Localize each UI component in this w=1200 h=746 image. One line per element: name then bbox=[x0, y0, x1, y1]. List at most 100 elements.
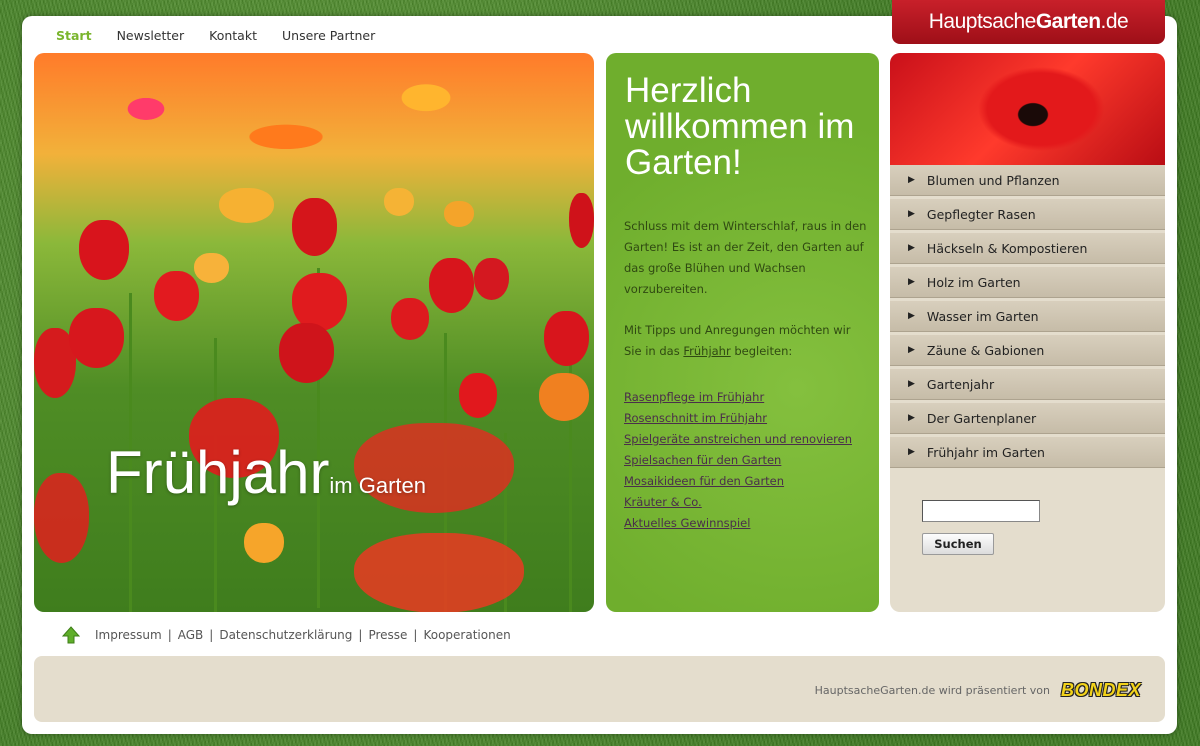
welcome-tips-end: begleiten: bbox=[730, 344, 793, 358]
hero-image: Frühjahrim Garten bbox=[34, 53, 594, 612]
tulip bbox=[459, 373, 497, 418]
separator: | bbox=[209, 628, 214, 642]
menu-item-label: Der Gartenplaner bbox=[926, 410, 1037, 426]
nav-partner[interactable]: Unsere Partner bbox=[282, 28, 375, 43]
tips-link-list: Rasenpflege im Frühjahr Rosenschnitt im … bbox=[624, 387, 869, 534]
search-input[interactable] bbox=[922, 500, 1040, 522]
tip-link[interactable]: Aktuelles Gewinnspiel bbox=[624, 516, 750, 530]
tulip bbox=[69, 308, 124, 368]
list-item: Rasenpflege im Frühjahr bbox=[624, 387, 869, 408]
hero-subtitle: im Garten bbox=[329, 473, 427, 498]
tulip bbox=[34, 473, 89, 563]
tulip bbox=[354, 533, 524, 612]
menu-item-label: Wasser im Garten bbox=[926, 308, 1039, 324]
bondex-logo[interactable]: BONDEX bbox=[1061, 680, 1141, 701]
tulip bbox=[244, 523, 284, 563]
poppy-image bbox=[890, 53, 1165, 165]
menu-item[interactable]: ▶ Gepflegter Rasen bbox=[890, 199, 1165, 230]
menu-item-label: Frühjahr im Garten bbox=[926, 444, 1045, 460]
menu-item[interactable]: ▶ Häckseln & Kompostieren bbox=[890, 233, 1165, 264]
hero-title: Frühjahr bbox=[106, 439, 330, 506]
welcome-intro: Schluss mit dem Winterschlaf, raus in de… bbox=[624, 219, 867, 296]
menu-item[interactable]: ▶ Blumen und Pflanzen bbox=[890, 165, 1165, 196]
separator: | bbox=[358, 628, 363, 642]
tulip bbox=[154, 271, 199, 321]
triangle-right-icon: ▶ bbox=[908, 175, 915, 185]
top-nav: Start Newsletter Kontakt Unsere Partner bbox=[56, 28, 375, 43]
menu-item[interactable]: ▶ Frühjahr im Garten bbox=[890, 437, 1165, 468]
welcome-panel: Herzlich willkommen im Garten! Schluss m… bbox=[606, 53, 879, 612]
menu-item-label: Gartenjahr bbox=[926, 376, 995, 392]
triangle-right-icon: ▶ bbox=[908, 277, 915, 287]
hero-caption: Frühjahrim Garten bbox=[106, 438, 426, 507]
menu-item[interactable]: ▶ Holz im Garten bbox=[890, 267, 1165, 298]
category-menu: ▶ Blumen und Pflanzen ▶ Gepflegter Rasen ▶… bbox=[890, 165, 1165, 468]
tulip bbox=[429, 258, 474, 313]
list-item: Rosenschnitt im Frühjahr bbox=[624, 408, 869, 429]
footer-link-presse[interactable]: Presse bbox=[368, 628, 407, 642]
logo-part-2: Garten bbox=[1035, 10, 1101, 33]
tulip bbox=[391, 298, 429, 340]
welcome-tips: Mit Tipps und Anregungen möchten wir Sie… bbox=[624, 320, 869, 362]
footer-link-datenschutz[interactable]: Datenschutzerklärung bbox=[219, 628, 352, 642]
separator: | bbox=[167, 628, 172, 642]
tip-link[interactable]: Mosaikideen für den Garten bbox=[624, 474, 784, 488]
footer-links: Impressum | AGB | Datenschutzerklärung | Pr… bbox=[62, 626, 511, 644]
tip-link[interactable]: Spielgeräte anstreichen und renovieren bbox=[624, 432, 852, 446]
tulip bbox=[539, 373, 589, 421]
tip-link[interactable]: Rosenschnitt im Frühjahr bbox=[624, 411, 767, 425]
menu-item[interactable]: ▶ Gartenjahr bbox=[890, 369, 1165, 400]
tulip bbox=[384, 188, 414, 216]
fruehjahr-link[interactable]: Frühjahr bbox=[683, 344, 730, 358]
footer-link-kooperationen[interactable]: Kooperationen bbox=[423, 628, 510, 642]
list-item: Spielgeräte anstreichen und renovieren bbox=[624, 429, 869, 450]
nav-newsletter[interactable]: Newsletter bbox=[117, 28, 185, 43]
arrow-up-icon[interactable] bbox=[62, 626, 80, 644]
page-container: Start Newsletter Kontakt Unsere Partner … bbox=[22, 0, 1177, 734]
menu-item[interactable]: ▶ Zäune & Gabionen bbox=[890, 335, 1165, 366]
triangle-right-icon: ▶ bbox=[908, 379, 915, 389]
menu-item[interactable]: ▶ Wasser im Garten bbox=[890, 301, 1165, 332]
tulip bbox=[194, 253, 229, 283]
footer-bar: HauptsacheGarten.de wird präsentiert von… bbox=[34, 656, 1165, 722]
tulip bbox=[544, 311, 589, 366]
triangle-right-icon: ▶ bbox=[908, 311, 915, 321]
separator: | bbox=[413, 628, 418, 642]
menu-item-label: Häckseln & Kompostieren bbox=[926, 240, 1088, 256]
triangle-right-icon: ▶ bbox=[908, 209, 915, 219]
list-item: Kräuter & Co. bbox=[624, 492, 869, 513]
nav-start[interactable]: Start bbox=[56, 28, 92, 43]
tulip bbox=[444, 201, 474, 227]
welcome-heading: Herzlich willkommen im Garten! bbox=[625, 71, 855, 182]
tulip bbox=[79, 220, 129, 280]
triangle-right-icon: ▶ bbox=[908, 345, 915, 355]
triangle-right-icon: ▶ bbox=[908, 447, 915, 457]
nav-kontakt[interactable]: Kontakt bbox=[209, 28, 257, 43]
logo-part-3: .de bbox=[1100, 10, 1129, 33]
menu-item[interactable]: ▶ Der Gartenplaner bbox=[890, 403, 1165, 434]
logo-part-1: Hauptsache bbox=[928, 10, 1037, 33]
tulip bbox=[292, 198, 337, 256]
list-item: Aktuelles Gewinnspiel bbox=[624, 513, 869, 534]
tulip bbox=[219, 188, 274, 223]
tulip bbox=[474, 258, 509, 300]
menu-item-label: Zäune & Gabionen bbox=[926, 342, 1045, 358]
triangle-right-icon: ▶ bbox=[908, 243, 915, 253]
tip-link[interactable]: Kräuter & Co. bbox=[624, 495, 702, 509]
triangle-right-icon: ▶ bbox=[908, 413, 915, 423]
tulip bbox=[569, 193, 594, 248]
tulip bbox=[279, 323, 334, 383]
tip-link[interactable]: Rasenpflege im Frühjahr bbox=[624, 390, 764, 404]
footer-link-impressum[interactable]: Impressum bbox=[95, 628, 162, 642]
search-button[interactable]: Suchen bbox=[922, 533, 994, 555]
right-column: ▶ Blumen und Pflanzen ▶ Gepflegter Rasen ▶… bbox=[890, 53, 1165, 612]
site-logo[interactable]: Hauptsache Garten .de bbox=[892, 0, 1165, 44]
menu-item-label: Holz im Garten bbox=[926, 274, 1021, 290]
footer-link-agb[interactable]: AGB bbox=[178, 628, 204, 642]
sponsor-text: HauptsacheGarten.de wird präsentiert von bbox=[814, 684, 1050, 697]
menu-item-label: Blumen und Pflanzen bbox=[926, 172, 1060, 188]
tip-link[interactable]: Spielsachen für den Garten bbox=[624, 453, 781, 467]
list-item: Mosaikideen für den Garten bbox=[624, 471, 869, 492]
list-item: Spielsachen für den Garten bbox=[624, 450, 869, 471]
menu-item-label: Gepflegter Rasen bbox=[926, 206, 1036, 222]
